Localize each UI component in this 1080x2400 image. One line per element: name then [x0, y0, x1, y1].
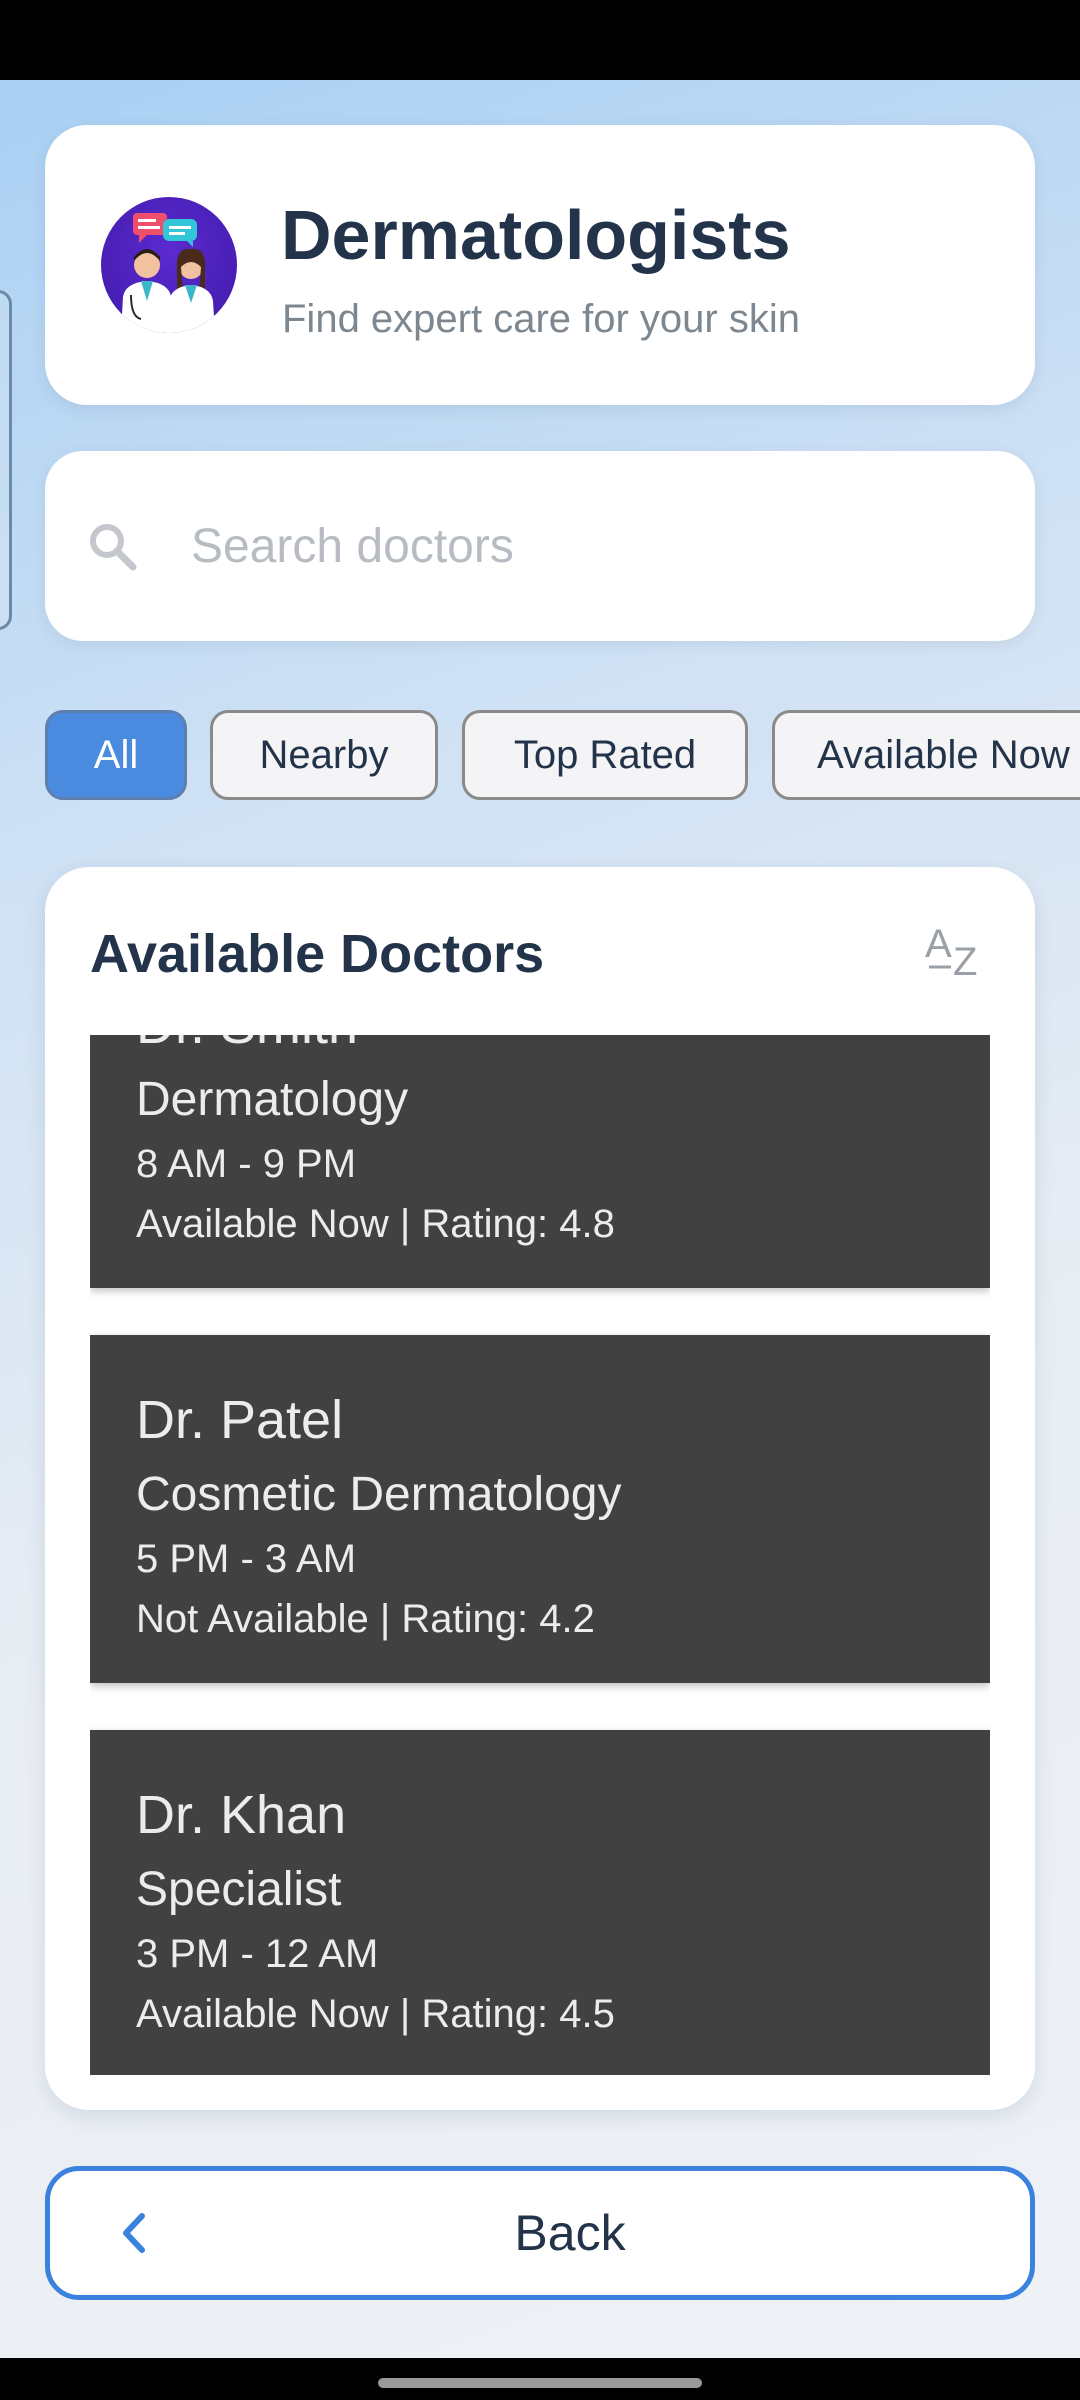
- search-input[interactable]: [191, 506, 991, 586]
- section-title: Available Doctors: [90, 924, 545, 984]
- doctor-hours: 3 PM - 12 AM: [136, 1932, 379, 1976]
- back-button[interactable]: Back: [45, 2166, 1035, 2300]
- doctors-list[interactable]: Dr. Smith Dermatology 8 AM - 9 PM Availa…: [90, 1035, 990, 2075]
- doctor-specialty: Specialist: [136, 1863, 342, 1916]
- doctor-card[interactable]: Dr. Khan Specialist 3 PM - 12 AM Availab…: [90, 1730, 990, 2075]
- doctor-hours: 5 PM - 3 AM: [136, 1537, 357, 1581]
- filter-chip-top-rated[interactable]: Top Rated: [462, 710, 748, 800]
- search-icon: [90, 524, 137, 571]
- side-drawer-handle[interactable]: [0, 290, 12, 630]
- doctor-card[interactable]: Dr. Patel Cosmetic Dermatology 5 PM - 3 …: [90, 1335, 990, 1683]
- filter-chip-all[interactable]: All: [45, 710, 187, 800]
- sort-az-icon[interactable]: A Z: [923, 917, 989, 983]
- doctor-name: Dr. Khan: [136, 1785, 347, 1845]
- filter-chip-label: Available Now: [817, 732, 1070, 777]
- doctor-status: Not Available | Rating: 4.2: [136, 1597, 595, 1641]
- doctor-status: Available Now | Rating: 4.8: [136, 1202, 615, 1246]
- page-title: Dermatologists: [281, 196, 791, 274]
- doctor-specialty: Dermatology: [136, 1073, 409, 1126]
- status-bar: [0, 0, 1080, 80]
- filter-chip-nearby[interactable]: Nearby: [210, 710, 438, 800]
- page-subtitle: Find expert care for your skin: [282, 297, 800, 341]
- doctor-name: Dr. Smith: [136, 1035, 358, 1056]
- svg-text:Z: Z: [953, 940, 977, 983]
- filter-chip-available-now[interactable]: Available Now: [772, 710, 1080, 800]
- doctor-name: Dr. Patel: [136, 1390, 344, 1450]
- filter-chip-label: All: [93, 732, 139, 777]
- filter-chip-label: Top Rated: [513, 732, 697, 777]
- doctors-avatar-icon: [101, 197, 237, 333]
- doctor-hours: 8 AM - 9 PM: [136, 1142, 357, 1186]
- doctor-specialty: Cosmetic Dermatology: [136, 1468, 622, 1521]
- doctor-status: Available Now | Rating: 4.5: [136, 1992, 615, 2036]
- svg-text:A: A: [925, 922, 952, 966]
- doctors-list-card: Available Doctors A Z Dr. Smith Dermatol…: [45, 867, 1035, 2110]
- doctor-card[interactable]: Dr. Smith Dermatology 8 AM - 9 PM Availa…: [90, 1035, 990, 1288]
- home-indicator[interactable]: [378, 2378, 702, 2388]
- header-card: Dermatologists Find expert care for your…: [45, 125, 1035, 405]
- app-screen: Dermatologists Find expert care for your…: [0, 80, 1080, 2358]
- back-button-label: Back: [514, 2205, 626, 2261]
- search-bar[interactable]: [45, 451, 1035, 641]
- filter-chip-label: Nearby: [259, 732, 389, 777]
